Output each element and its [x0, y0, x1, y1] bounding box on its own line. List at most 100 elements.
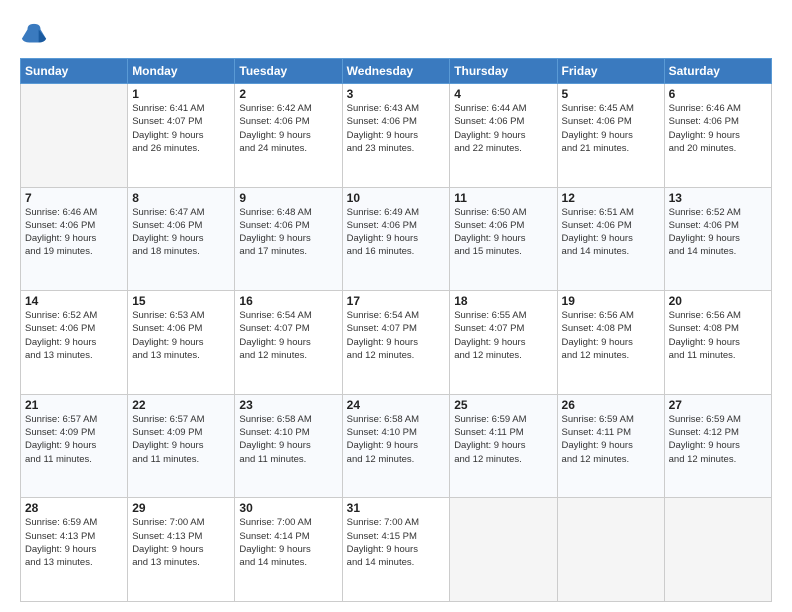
day-info: Sunrise: 6:52 AM Sunset: 4:06 PM Dayligh… [25, 309, 123, 362]
day-number: 6 [669, 87, 767, 101]
calendar-cell: 5Sunrise: 6:45 AM Sunset: 4:06 PM Daylig… [557, 84, 664, 188]
week-row-1: 1Sunrise: 6:41 AM Sunset: 4:07 PM Daylig… [21, 84, 772, 188]
calendar-cell: 10Sunrise: 6:49 AM Sunset: 4:06 PM Dayli… [342, 187, 450, 291]
calendar-cell: 2Sunrise: 6:42 AM Sunset: 4:06 PM Daylig… [235, 84, 342, 188]
day-number: 21 [25, 398, 123, 412]
logo-icon [20, 22, 48, 50]
day-number: 1 [132, 87, 230, 101]
week-row-3: 14Sunrise: 6:52 AM Sunset: 4:06 PM Dayli… [21, 291, 772, 395]
calendar-cell [21, 84, 128, 188]
header [20, 18, 772, 50]
logo [20, 22, 52, 50]
day-number: 4 [454, 87, 552, 101]
header-row: SundayMondayTuesdayWednesdayThursdayFrid… [21, 59, 772, 84]
calendar-cell: 19Sunrise: 6:56 AM Sunset: 4:08 PM Dayli… [557, 291, 664, 395]
day-info: Sunrise: 6:44 AM Sunset: 4:06 PM Dayligh… [454, 102, 552, 155]
calendar-cell: 9Sunrise: 6:48 AM Sunset: 4:06 PM Daylig… [235, 187, 342, 291]
col-header-friday: Friday [557, 59, 664, 84]
col-header-saturday: Saturday [664, 59, 771, 84]
calendar-cell: 31Sunrise: 7:00 AM Sunset: 4:15 PM Dayli… [342, 498, 450, 602]
day-number: 14 [25, 294, 123, 308]
calendar-cell: 30Sunrise: 7:00 AM Sunset: 4:14 PM Dayli… [235, 498, 342, 602]
day-info: Sunrise: 6:53 AM Sunset: 4:06 PM Dayligh… [132, 309, 230, 362]
calendar-cell: 24Sunrise: 6:58 AM Sunset: 4:10 PM Dayli… [342, 394, 450, 498]
day-number: 23 [239, 398, 337, 412]
calendar-cell: 6Sunrise: 6:46 AM Sunset: 4:06 PM Daylig… [664, 84, 771, 188]
calendar-cell: 17Sunrise: 6:54 AM Sunset: 4:07 PM Dayli… [342, 291, 450, 395]
day-number: 12 [562, 191, 660, 205]
day-info: Sunrise: 6:58 AM Sunset: 4:10 PM Dayligh… [239, 413, 337, 466]
day-number: 27 [669, 398, 767, 412]
calendar-cell: 27Sunrise: 6:59 AM Sunset: 4:12 PM Dayli… [664, 394, 771, 498]
day-info: Sunrise: 6:46 AM Sunset: 4:06 PM Dayligh… [669, 102, 767, 155]
day-info: Sunrise: 6:59 AM Sunset: 4:11 PM Dayligh… [562, 413, 660, 466]
col-header-thursday: Thursday [450, 59, 557, 84]
day-info: Sunrise: 6:57 AM Sunset: 4:09 PM Dayligh… [132, 413, 230, 466]
day-info: Sunrise: 6:54 AM Sunset: 4:07 PM Dayligh… [347, 309, 446, 362]
week-row-2: 7Sunrise: 6:46 AM Sunset: 4:06 PM Daylig… [21, 187, 772, 291]
day-number: 7 [25, 191, 123, 205]
calendar-cell [557, 498, 664, 602]
day-info: Sunrise: 6:50 AM Sunset: 4:06 PM Dayligh… [454, 206, 552, 259]
calendar-cell: 22Sunrise: 6:57 AM Sunset: 4:09 PM Dayli… [128, 394, 235, 498]
calendar-cell: 23Sunrise: 6:58 AM Sunset: 4:10 PM Dayli… [235, 394, 342, 498]
calendar-cell [450, 498, 557, 602]
page: SundayMondayTuesdayWednesdayThursdayFrid… [0, 0, 792, 612]
calendar-cell: 16Sunrise: 6:54 AM Sunset: 4:07 PM Dayli… [235, 291, 342, 395]
day-info: Sunrise: 6:59 AM Sunset: 4:13 PM Dayligh… [25, 516, 123, 569]
day-number: 2 [239, 87, 337, 101]
calendar-cell: 18Sunrise: 6:55 AM Sunset: 4:07 PM Dayli… [450, 291, 557, 395]
day-info: Sunrise: 6:43 AM Sunset: 4:06 PM Dayligh… [347, 102, 446, 155]
day-number: 22 [132, 398, 230, 412]
day-info: Sunrise: 6:56 AM Sunset: 4:08 PM Dayligh… [562, 309, 660, 362]
calendar-cell: 12Sunrise: 6:51 AM Sunset: 4:06 PM Dayli… [557, 187, 664, 291]
calendar-cell: 29Sunrise: 7:00 AM Sunset: 4:13 PM Dayli… [128, 498, 235, 602]
week-row-4: 21Sunrise: 6:57 AM Sunset: 4:09 PM Dayli… [21, 394, 772, 498]
day-info: Sunrise: 6:46 AM Sunset: 4:06 PM Dayligh… [25, 206, 123, 259]
day-number: 29 [132, 501, 230, 515]
calendar-cell: 1Sunrise: 6:41 AM Sunset: 4:07 PM Daylig… [128, 84, 235, 188]
day-number: 25 [454, 398, 552, 412]
day-number: 18 [454, 294, 552, 308]
calendar-cell: 28Sunrise: 6:59 AM Sunset: 4:13 PM Dayli… [21, 498, 128, 602]
col-header-tuesday: Tuesday [235, 59, 342, 84]
day-number: 17 [347, 294, 446, 308]
day-number: 8 [132, 191, 230, 205]
day-number: 16 [239, 294, 337, 308]
day-number: 30 [239, 501, 337, 515]
calendar-cell: 15Sunrise: 6:53 AM Sunset: 4:06 PM Dayli… [128, 291, 235, 395]
day-info: Sunrise: 6:59 AM Sunset: 4:11 PM Dayligh… [454, 413, 552, 466]
day-info: Sunrise: 6:52 AM Sunset: 4:06 PM Dayligh… [669, 206, 767, 259]
day-number: 13 [669, 191, 767, 205]
calendar-cell: 20Sunrise: 6:56 AM Sunset: 4:08 PM Dayli… [664, 291, 771, 395]
day-info: Sunrise: 6:41 AM Sunset: 4:07 PM Dayligh… [132, 102, 230, 155]
calendar-table: SundayMondayTuesdayWednesdayThursdayFrid… [20, 58, 772, 602]
col-header-wednesday: Wednesday [342, 59, 450, 84]
calendar-cell: 3Sunrise: 6:43 AM Sunset: 4:06 PM Daylig… [342, 84, 450, 188]
calendar-cell: 21Sunrise: 6:57 AM Sunset: 4:09 PM Dayli… [21, 394, 128, 498]
day-info: Sunrise: 6:47 AM Sunset: 4:06 PM Dayligh… [132, 206, 230, 259]
col-header-sunday: Sunday [21, 59, 128, 84]
day-info: Sunrise: 6:51 AM Sunset: 4:06 PM Dayligh… [562, 206, 660, 259]
day-number: 3 [347, 87, 446, 101]
day-number: 19 [562, 294, 660, 308]
day-info: Sunrise: 6:59 AM Sunset: 4:12 PM Dayligh… [669, 413, 767, 466]
calendar-cell: 11Sunrise: 6:50 AM Sunset: 4:06 PM Dayli… [450, 187, 557, 291]
day-number: 20 [669, 294, 767, 308]
calendar-cell: 8Sunrise: 6:47 AM Sunset: 4:06 PM Daylig… [128, 187, 235, 291]
day-number: 28 [25, 501, 123, 515]
day-info: Sunrise: 6:54 AM Sunset: 4:07 PM Dayligh… [239, 309, 337, 362]
calendar-cell: 7Sunrise: 6:46 AM Sunset: 4:06 PM Daylig… [21, 187, 128, 291]
day-info: Sunrise: 7:00 AM Sunset: 4:15 PM Dayligh… [347, 516, 446, 569]
day-info: Sunrise: 6:48 AM Sunset: 4:06 PM Dayligh… [239, 206, 337, 259]
calendar-cell: 4Sunrise: 6:44 AM Sunset: 4:06 PM Daylig… [450, 84, 557, 188]
day-number: 26 [562, 398, 660, 412]
day-info: Sunrise: 6:45 AM Sunset: 4:06 PM Dayligh… [562, 102, 660, 155]
day-info: Sunrise: 6:57 AM Sunset: 4:09 PM Dayligh… [25, 413, 123, 466]
day-number: 15 [132, 294, 230, 308]
calendar-cell [664, 498, 771, 602]
day-info: Sunrise: 6:55 AM Sunset: 4:07 PM Dayligh… [454, 309, 552, 362]
day-info: Sunrise: 6:42 AM Sunset: 4:06 PM Dayligh… [239, 102, 337, 155]
day-number: 24 [347, 398, 446, 412]
day-number: 31 [347, 501, 446, 515]
